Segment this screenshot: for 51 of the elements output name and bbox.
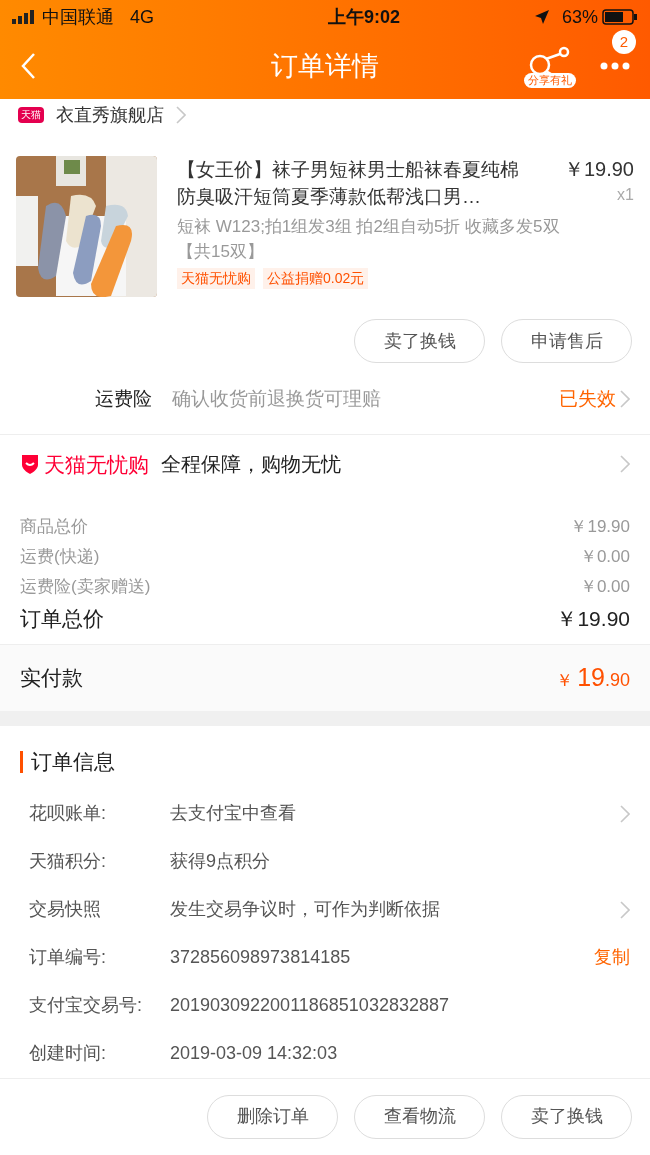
product-title[interactable]: 【女王价】袜子男短袜男士船袜春夏纯棉防臭吸汗短筒夏季薄款低帮浅口男… xyxy=(177,156,556,211)
battery-icon xyxy=(602,9,638,25)
info-label: 天猫积分: xyxy=(29,850,107,874)
order-total-label: 订单总价 xyxy=(20,605,104,632)
section-title: 订单信息 xyxy=(31,749,115,776)
more-icon xyxy=(600,62,630,71)
info-value: 372856098973814185 xyxy=(170,946,351,970)
info-label: 花呗账单: xyxy=(29,802,107,826)
chevron-right-icon xyxy=(620,389,630,408)
price-value: ￥0.00 xyxy=(579,545,630,568)
chevron-right-icon xyxy=(176,106,186,124)
tmall-badge: 天猫 xyxy=(18,107,44,123)
info-value: 2019030922001186851032832887 xyxy=(170,994,449,1018)
price-label: 商品总价 xyxy=(20,515,88,538)
info-label: 创建时间: xyxy=(29,1042,107,1066)
info-value: 2019-03-09 14:32:03 xyxy=(170,1042,338,1066)
guarantee-text: 全程保障，购物无忧 xyxy=(161,452,341,478)
network-type: 4G xyxy=(130,5,154,29)
info-value[interactable]: 去支付宝中查看 xyxy=(170,800,296,828)
product-sku: 短袜 W123;拍1组发3组 拍2组自动5折 收藏多发5双【共15双】 xyxy=(177,216,561,264)
store-name[interactable]: 衣直秀旗舰店 xyxy=(56,101,164,129)
order-total-value: ￥19.90 xyxy=(556,605,630,632)
info-value: 获得9点积分 xyxy=(170,850,270,874)
paid-amount: ￥ 19.90 xyxy=(556,661,630,693)
chevron-right-icon xyxy=(620,901,630,919)
info-value[interactable]: 发生交易争议时，可作为判断依据 xyxy=(170,896,440,924)
chevron-right-icon xyxy=(620,805,630,823)
info-label: 支付宝交易号: xyxy=(29,994,143,1018)
price-value: ￥0.00 xyxy=(579,575,630,598)
shipping-insurance-text: 确认收货前退换货可理赔 xyxy=(172,386,381,411)
page-title: 订单详情 xyxy=(271,50,379,84)
product-quantity: x1 xyxy=(617,185,634,206)
shield-icon xyxy=(20,453,40,476)
carrier-name: 中国联通 xyxy=(42,5,114,29)
info-label: 交易快照 xyxy=(29,898,102,922)
paid-label: 实付款 xyxy=(20,664,83,691)
info-label: 订单编号: xyxy=(29,946,107,970)
notification-badge: 2 xyxy=(612,30,636,54)
chevron-right-icon xyxy=(620,455,630,474)
battery-percent: 63% xyxy=(561,5,598,29)
product-tag: 天猫无忧购 xyxy=(177,268,255,290)
location-arrow-icon xyxy=(533,9,550,25)
clock: 上午9:02 xyxy=(326,5,400,29)
product-tag: 公益捐赠0.02元 xyxy=(263,268,369,290)
product-price: ￥19.90 xyxy=(563,157,634,183)
shipping-insurance-label: 运费险 xyxy=(95,386,152,411)
price-value: ￥19.90 xyxy=(570,515,630,538)
back-chevron-icon xyxy=(20,52,36,81)
price-label: 运费险(卖家赠送) xyxy=(20,575,151,598)
price-label: 运费(快递) xyxy=(20,545,100,568)
guarantee-brand: 天猫无忧购 xyxy=(44,451,149,478)
